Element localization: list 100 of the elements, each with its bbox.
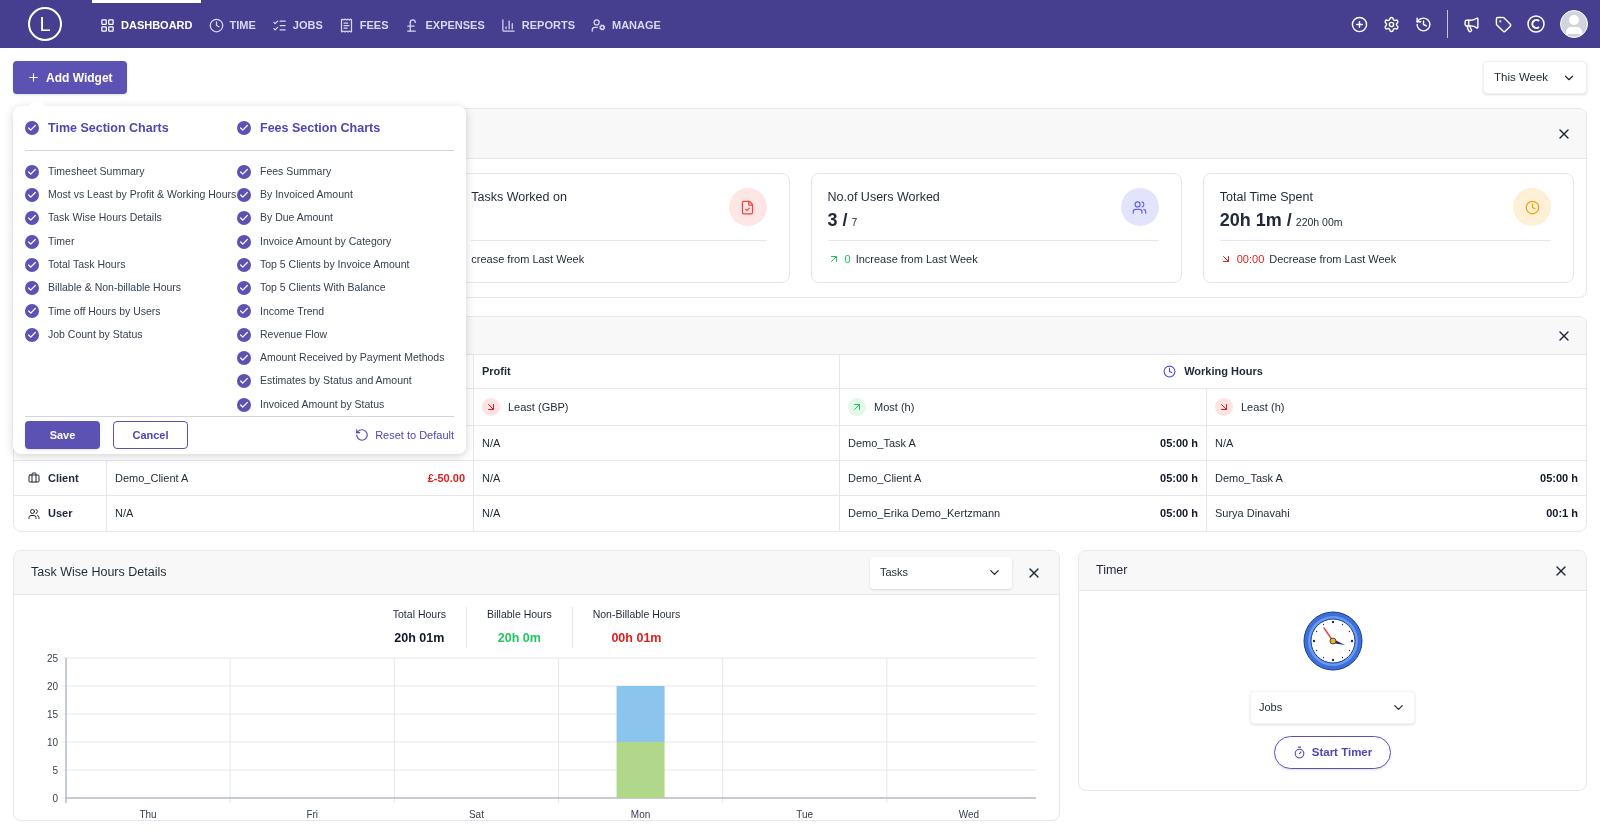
card-title: Total Time Spent xyxy=(1219,189,1314,206)
arrow-down-icon xyxy=(482,398,500,416)
axis-category-label: Tue xyxy=(796,808,814,820)
section-label: Time Section Charts xyxy=(48,119,169,137)
reset-icon xyxy=(355,428,370,442)
tag-icon[interactable] xyxy=(1495,15,1512,33)
megaphone-icon[interactable] xyxy=(1463,15,1480,33)
widget-option[interactable]: Fees Summary xyxy=(260,163,332,180)
column-group-header: Profit xyxy=(482,364,511,380)
widget-option[interactable]: Most vs Least by Profit & Working Hours xyxy=(48,187,237,203)
checkbox[interactable] xyxy=(25,281,39,296)
checkbox[interactable] xyxy=(25,164,39,179)
checkmark-icon xyxy=(27,123,37,133)
checkbox[interactable] xyxy=(237,304,251,319)
change-value: 00:00 xyxy=(1236,252,1265,267)
nav-tab[interactable]: EXPENSES xyxy=(396,0,493,48)
checkbox[interactable] xyxy=(237,374,251,389)
logo[interactable]: L xyxy=(28,7,62,41)
checkbox[interactable] xyxy=(237,234,251,249)
widget-option[interactable]: By Due Amount xyxy=(260,210,333,227)
nav-tab[interactable]: DASHBOARD xyxy=(92,0,201,48)
checkbox[interactable] xyxy=(237,257,251,272)
checkbox[interactable] xyxy=(25,257,39,272)
checkbox[interactable] xyxy=(237,351,251,365)
table-cell-text: N/A xyxy=(1215,435,1234,451)
period-select[interactable]: This Week xyxy=(1483,61,1587,94)
widget-option[interactable]: Job Count by Status xyxy=(48,326,143,343)
axis-category-label: Wed xyxy=(958,808,980,820)
table-cell-text: N/A xyxy=(482,506,501,522)
checkbox[interactable] xyxy=(25,327,39,342)
checkmark-icon xyxy=(239,213,249,224)
history-icon[interactable] xyxy=(1415,15,1432,33)
checkbox[interactable] xyxy=(237,327,251,342)
checkmark-icon xyxy=(239,353,249,363)
table-cell-value: 05:00 h xyxy=(1160,435,1198,451)
bar-chart-icon xyxy=(500,18,516,33)
nav-tab[interactable]: REPORTS xyxy=(492,0,583,48)
table-cell-value: 05:00 h xyxy=(1160,470,1198,486)
settings-icon[interactable] xyxy=(1383,15,1400,33)
checkbox[interactable] xyxy=(25,211,39,226)
c-logo-icon[interactable] xyxy=(1527,15,1545,33)
checkbox[interactable] xyxy=(237,187,251,202)
widget-option[interactable]: Time off Hours by Users xyxy=(48,303,161,320)
checkbox[interactable] xyxy=(237,211,251,226)
save-button[interactable]: Save xyxy=(25,421,100,449)
widget-option[interactable]: Top 5 Clients With Balance xyxy=(260,280,386,296)
jobs-select[interactable]: Jobs xyxy=(1250,691,1415,724)
checkmark-icon xyxy=(239,189,249,200)
widget-option[interactable]: Task Wise Hours Details xyxy=(48,210,162,227)
widget-option[interactable]: Invoiced Amount by Status xyxy=(260,396,385,413)
checkbox[interactable] xyxy=(237,397,251,412)
checkbox[interactable] xyxy=(25,234,39,249)
row-label: Client xyxy=(48,470,79,486)
widget-option[interactable]: Revenue Flow xyxy=(260,326,328,343)
axis-category-label: Mon xyxy=(630,808,651,820)
card-title: No.of Users Worked xyxy=(827,189,940,206)
checkbox[interactable] xyxy=(25,304,39,319)
checkmark-icon xyxy=(27,166,37,177)
table-cell-text: Surya Dinavahi xyxy=(1215,506,1290,522)
stat-value: 20h 0m xyxy=(497,629,541,647)
widget-option[interactable]: Amount Received by Payment Methods xyxy=(260,350,445,366)
widget-option[interactable]: Timesheet Summary xyxy=(48,163,145,180)
nav-tab[interactable]: MANAGE xyxy=(583,0,669,48)
nav-tab[interactable]: FEES xyxy=(330,0,397,48)
checkbox[interactable] xyxy=(237,281,251,296)
cancel-button[interactable]: Cancel xyxy=(113,421,188,449)
checkmark-icon xyxy=(27,306,37,317)
widget-option[interactable]: Estimates by Status and Amount xyxy=(260,373,412,390)
widget-option[interactable]: Invoice Amount by Category xyxy=(260,233,392,250)
checkmark-icon xyxy=(239,166,249,177)
add-icon[interactable] xyxy=(1351,15,1368,33)
briefcase-icon xyxy=(28,472,40,484)
checkmark-icon xyxy=(239,376,249,387)
arrow-down-icon xyxy=(1215,398,1233,416)
widget-option[interactable]: Billable & Non-billable Hours xyxy=(48,280,182,296)
reset-button[interactable]: Reset to Default xyxy=(355,426,454,444)
card-title: Tasks Worked on xyxy=(471,189,567,206)
axis-category-label: Thu xyxy=(139,808,157,820)
checkbox[interactable] xyxy=(237,164,251,179)
checkmark-icon xyxy=(239,123,249,133)
widget-option[interactable]: By Invoiced Amount xyxy=(260,187,353,203)
stat-label: Billable Hours xyxy=(486,607,552,622)
widget-option[interactable]: Income Trend xyxy=(260,303,325,320)
checkbox[interactable] xyxy=(25,187,39,202)
column-header: Most (h) xyxy=(874,399,915,415)
widget-option[interactable]: Total Task Hours xyxy=(48,256,126,273)
checkbox[interactable] xyxy=(25,121,39,135)
nav-tab[interactable]: JOBS xyxy=(263,0,331,48)
checkbox[interactable] xyxy=(237,121,251,135)
card-value: 3 / xyxy=(827,208,848,232)
axis-tick-label: 20 xyxy=(46,680,58,692)
tasks-select[interactable]: Tasks xyxy=(870,556,1012,589)
widget-option[interactable]: Top 5 Clients by Invoice Amount xyxy=(260,256,410,273)
widget-option[interactable]: Timer xyxy=(48,233,75,250)
checkmark-icon xyxy=(239,283,249,294)
avatar[interactable] xyxy=(1560,10,1588,38)
grid-icon xyxy=(100,18,115,33)
nav-tab[interactable]: TIME xyxy=(200,0,264,48)
stat-label: Total Hours xyxy=(392,607,446,622)
add-widget-button[interactable]: Add Widget xyxy=(13,61,127,94)
